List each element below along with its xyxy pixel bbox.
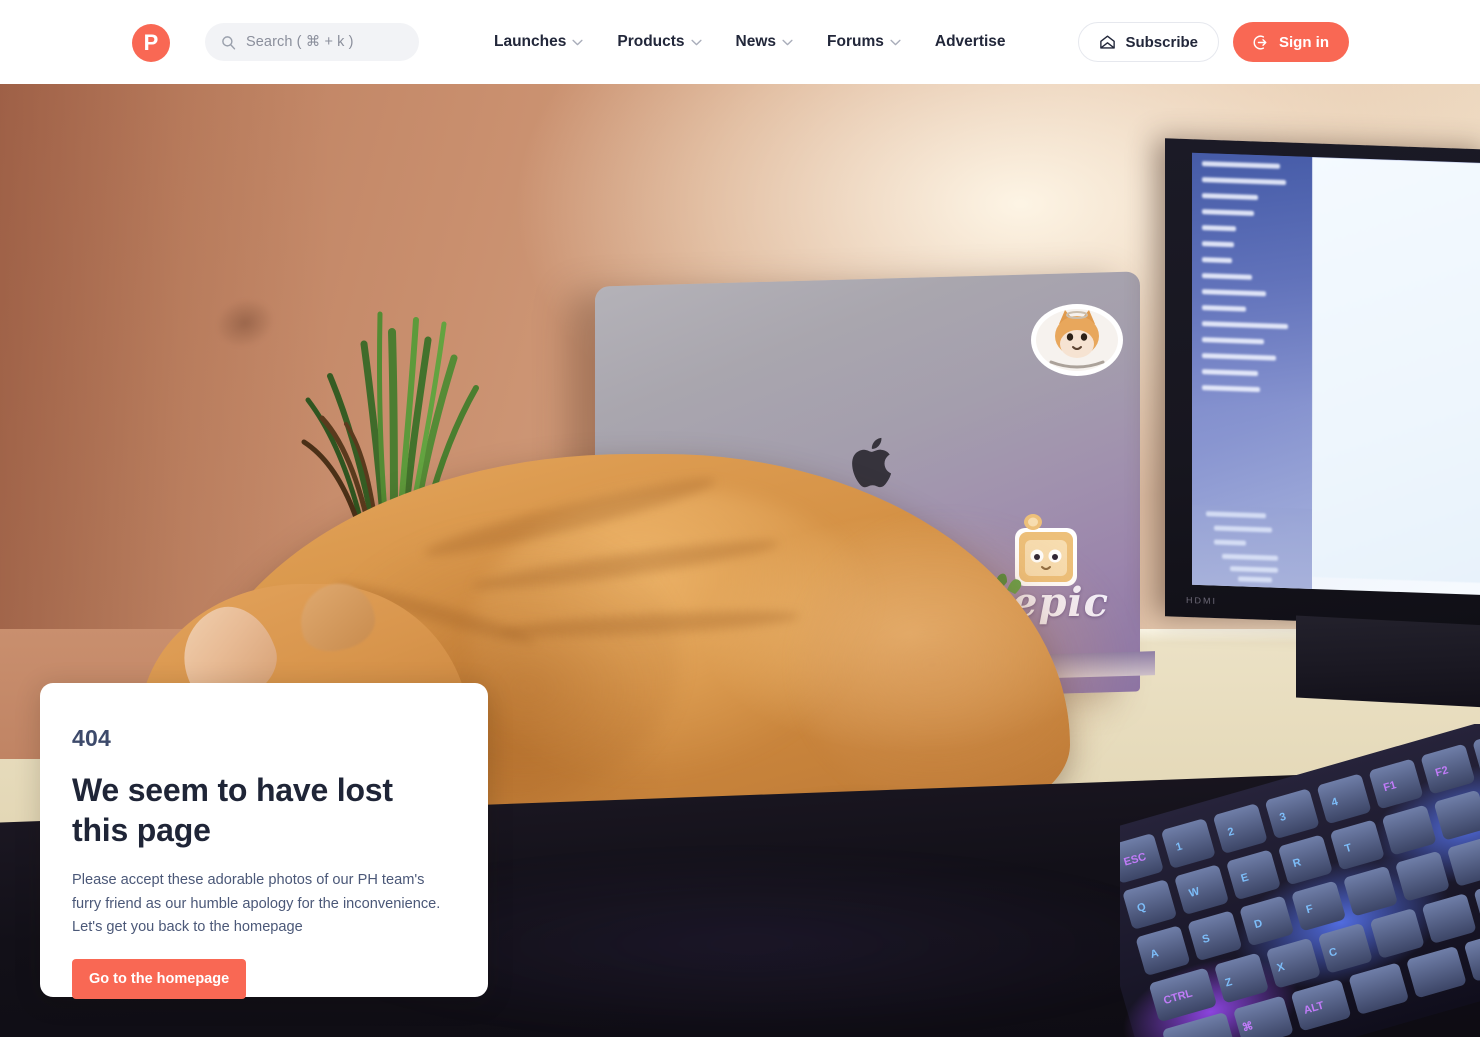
main-nav: Launches Products News Forums Advertise [494,0,1006,84]
nav-item-forums[interactable]: Forums [827,33,901,51]
monitor-stand [1296,615,1480,709]
nav-item-products[interactable]: Products [617,33,702,51]
site-header: P Search ( ⌘ + k ) Launches Products New… [0,0,1480,84]
rgb-mechanical-keyboard: ESC 12 34 F1 F2 QW ER T AS DF CTRL ZX C … [1080,711,1480,1037]
nav-label: Launches [494,33,567,50]
sign-in-label: Sign in [1279,33,1329,51]
subscribe-label: Subscribe [1125,33,1198,51]
sign-in-button[interactable]: Sign in [1233,22,1349,62]
go-to-homepage-button[interactable]: Go to the homepage [72,959,247,1000]
login-arrow-circle-icon [1253,34,1270,51]
nav-label: Products [617,33,685,50]
search-placeholder: Search ( ⌘ + k ) [246,34,354,50]
chevron-down-icon [572,39,583,46]
product-hunt-logo[interactable]: P [132,24,170,62]
error-code: 404 [72,725,111,751]
monitor-canvas-area [1312,156,1480,584]
nav-label: Forums [827,33,884,50]
search-input[interactable]: Search ( ⌘ + k ) [205,23,419,61]
nav-item-launches[interactable]: Launches [494,33,583,51]
envelope-open-icon [1099,34,1116,51]
cat-sticker-icon [1029,302,1125,378]
nav-label: News [735,33,777,50]
monitor-hdmi-label: HDMI [1186,595,1217,607]
chevron-down-icon [890,39,901,46]
subscribe-button[interactable]: Subscribe [1078,22,1219,62]
nav-item-news[interactable]: News [736,33,794,51]
header-actions: Subscribe Sign in [1078,22,1349,62]
apple-logo-icon [851,434,899,490]
monitor-layer-tree [1192,504,1312,589]
error-description: Please accept these adorable photos of o… [72,871,441,936]
nav-item-advertise[interactable]: Advertise [935,33,1006,51]
error-card: 404 We seem to have lost this page Pleas… [40,683,488,1000]
chevron-down-icon [782,39,793,46]
search-icon [221,35,236,50]
monitor-screen [1192,152,1480,596]
monitor-layers-panel [1192,152,1312,589]
chevron-down-icon [690,39,702,46]
error-title: We seem to have lost this page [72,772,393,849]
nav-label: Advertise [934,33,1006,50]
